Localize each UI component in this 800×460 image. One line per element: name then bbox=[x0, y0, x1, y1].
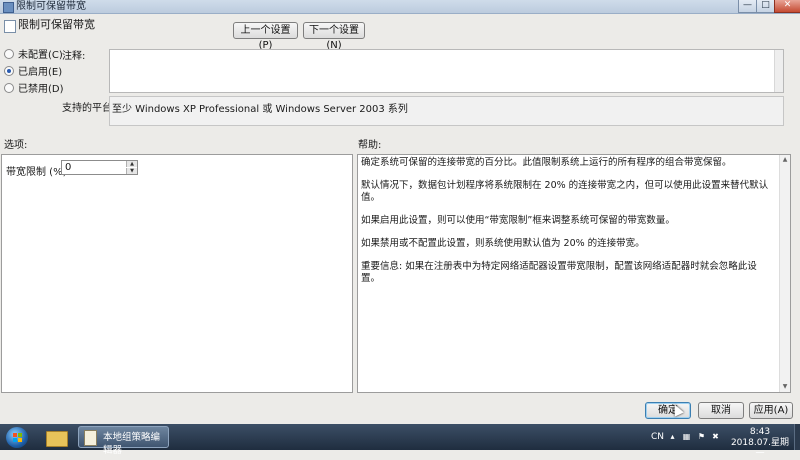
taskbar-gpedit-label: 本地组策略编辑器 bbox=[103, 432, 161, 456]
radio-enabled-label: 已启用(E) bbox=[18, 67, 63, 78]
apply-button[interactable]: 应用(A) bbox=[749, 402, 793, 419]
radio-enabled-circle[interactable] bbox=[4, 66, 14, 76]
help-paragraph: 默认情况下，数据包计划程序将系统限制在 20% 的连接带宽之内，但可以使用此设置… bbox=[361, 180, 769, 203]
radio-not-configured-label: 未配置(C) bbox=[18, 50, 63, 61]
flag-icon[interactable]: ⚑ bbox=[697, 432, 706, 441]
clock-date: 2018.07.星期一 bbox=[730, 438, 790, 459]
close-button[interactable]: ✕ bbox=[774, 0, 800, 13]
options-label: 选项: bbox=[4, 140, 28, 151]
next-setting-button[interactable]: 下一个设置(N) bbox=[303, 22, 365, 51]
spin-up-icon[interactable]: ▲ bbox=[126, 161, 137, 167]
ok-button[interactable]: 确定 bbox=[645, 402, 691, 419]
help-paragraph: 如果禁用或不配置此设置，则系统使用默认值为 20% 的连接带宽。 bbox=[361, 238, 645, 249]
radio-disabled[interactable]: 已禁用(D) bbox=[4, 83, 64, 97]
minimize-button[interactable]: — bbox=[738, 0, 757, 13]
radio-disabled-circle[interactable] bbox=[4, 83, 14, 93]
help-paragraph: 如果启用此设置，则可以使用“带宽限制”框来调整系统可保留的带宽数量。 bbox=[361, 215, 675, 226]
windows-logo-icon bbox=[13, 433, 22, 442]
window-title: 限制可保留带宽 bbox=[16, 1, 86, 12]
tray-arrow-icon[interactable]: ▴ bbox=[668, 432, 677, 441]
volume-muted-icon[interactable]: ✖ bbox=[711, 432, 720, 441]
spin-down-icon[interactable]: ▼ bbox=[126, 168, 137, 174]
tray-clock[interactable]: 8:43 2018.07.星期一 bbox=[730, 427, 790, 460]
help-pane: 确定系统可保留的连接带宽的百分比。此值限制系统上运行的所有程序的组合带宽保留。 … bbox=[357, 154, 791, 393]
policy-window-icon bbox=[3, 2, 14, 13]
folder-icon bbox=[46, 431, 68, 447]
supported-platform-box: 至少 Windows XP Professional 或 Windows Ser… bbox=[109, 96, 784, 126]
cancel-button[interactable]: 取消 bbox=[698, 402, 744, 419]
radio-enabled[interactable]: 已启用(E) bbox=[4, 66, 62, 80]
previous-setting-button[interactable]: 上一个设置(P) bbox=[233, 22, 298, 51]
comment-textarea[interactable] bbox=[109, 49, 784, 93]
bandwidth-limit-stepper[interactable]: 0 ▲ ▼ bbox=[61, 160, 138, 175]
policy-name: 限制可保留带宽 bbox=[18, 18, 95, 31]
scroll-up-icon[interactable]: ▲ bbox=[780, 155, 790, 165]
network-icon[interactable]: ▦ bbox=[682, 432, 691, 441]
title-bar: 限制可保留带宽 — □ ✕ bbox=[0, 0, 800, 14]
comment-label: 注释: bbox=[62, 51, 86, 62]
help-scrollbar[interactable]: ▲ ▼ bbox=[779, 155, 790, 392]
comment-scrollbar[interactable] bbox=[774, 50, 783, 92]
taskbar-gpedit-button[interactable]: 本地组策略编辑器 bbox=[78, 426, 169, 456]
radio-disabled-label: 已禁用(D) bbox=[18, 84, 64, 95]
taskbar-explorer-button[interactable] bbox=[39, 426, 73, 448]
help-text: 确定系统可保留的连接带宽的百分比。此值限制系统上运行的所有程序的组合带宽保留。 … bbox=[361, 157, 775, 296]
show-desktop-button[interactable] bbox=[794, 424, 800, 450]
options-pane: 带宽限制 (%): 0 ▲ ▼ bbox=[1, 154, 353, 393]
help-paragraph: 重要信息: 如果在注册表中为特定网络适配器设置带宽限制，配置该网络适配器时就会忽… bbox=[361, 261, 757, 284]
bandwidth-limit-value[interactable]: 0 bbox=[65, 161, 71, 174]
policy-editor-icon bbox=[84, 430, 97, 446]
maximize-button[interactable]: □ bbox=[756, 0, 775, 13]
supported-platform-label: 支持的平台: bbox=[62, 103, 116, 114]
supported-platform-value: 至少 Windows XP Professional 或 Windows Ser… bbox=[112, 104, 408, 115]
policy-setting-icon bbox=[4, 20, 16, 33]
language-indicator[interactable]: CN bbox=[651, 432, 664, 442]
help-label: 帮助: bbox=[358, 140, 382, 151]
radio-not-configured-circle[interactable] bbox=[4, 49, 14, 59]
clock-time: 8:43 bbox=[749, 427, 771, 437]
scroll-down-icon[interactable]: ▼ bbox=[780, 382, 790, 392]
radio-not-configured[interactable]: 未配置(C) bbox=[4, 49, 63, 63]
help-paragraph: 确定系统可保留的连接带宽的百分比。此值限制系统上运行的所有程序的组合带宽保留。 bbox=[361, 157, 732, 168]
